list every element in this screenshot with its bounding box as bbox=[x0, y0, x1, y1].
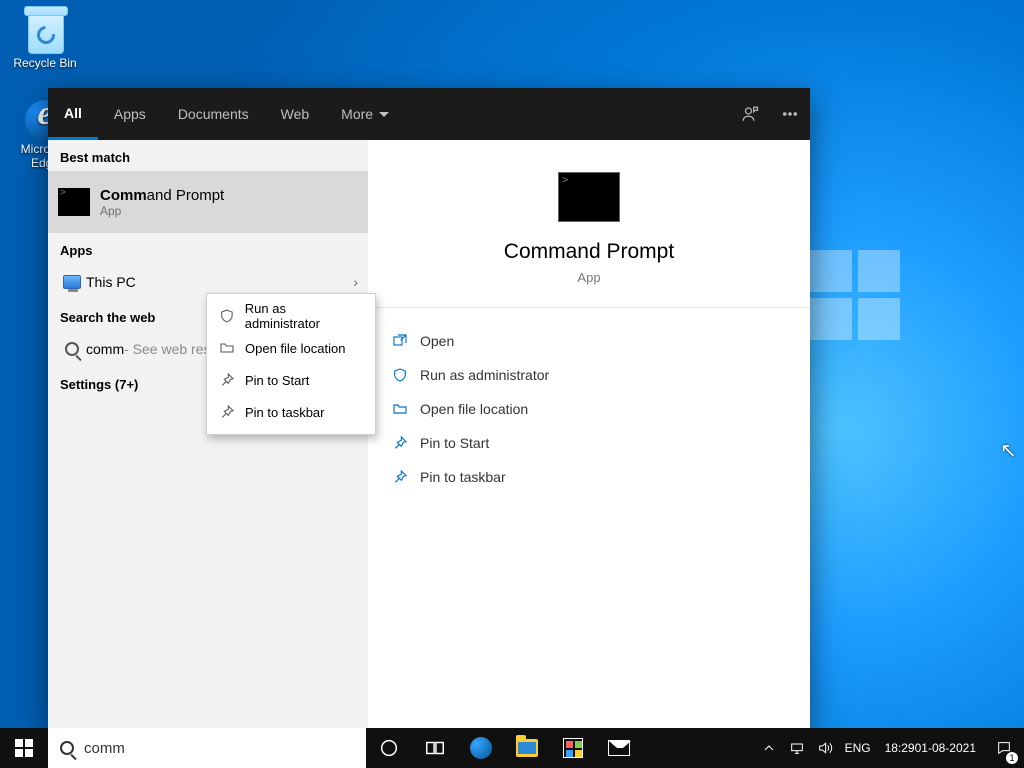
command-prompt-icon bbox=[558, 172, 620, 222]
folder-icon bbox=[219, 340, 235, 356]
ctx-label: Run as administrator bbox=[245, 301, 363, 331]
tab-documents[interactable]: Documents bbox=[162, 88, 265, 140]
taskbar-app-mail[interactable] bbox=[596, 728, 642, 768]
mouse-cursor-icon: ↖ bbox=[1000, 438, 1017, 463]
ctx-open-location[interactable]: Open file location bbox=[207, 332, 375, 364]
ctx-pin-start[interactable]: Pin to Start bbox=[207, 364, 375, 396]
options-button[interactable] bbox=[770, 94, 810, 134]
pin-icon bbox=[219, 372, 235, 388]
recycle-bin-icon bbox=[24, 6, 66, 54]
action-label: Run as administrator bbox=[420, 367, 549, 383]
tray-clock[interactable]: 18:29 01-08-2021 bbox=[877, 728, 984, 768]
web-query: comm bbox=[86, 341, 124, 357]
search-tabs: All Apps Documents Web More bbox=[48, 88, 810, 140]
notification-badge: 1 bbox=[1006, 752, 1018, 764]
person-feedback-icon bbox=[741, 105, 759, 123]
action-label: Pin to taskbar bbox=[420, 469, 506, 485]
tab-web[interactable]: Web bbox=[265, 88, 326, 140]
section-best-match: Best match bbox=[48, 140, 368, 171]
action-open-location[interactable]: Open file location bbox=[392, 392, 786, 426]
shield-admin-icon bbox=[219, 308, 235, 324]
file-explorer-icon bbox=[516, 739, 538, 757]
result-label: This PC bbox=[86, 274, 136, 290]
cortana-button[interactable] bbox=[366, 728, 412, 768]
action-label: Open file location bbox=[420, 401, 528, 417]
chevron-right-icon: › bbox=[353, 274, 358, 290]
ctx-label: Pin to taskbar bbox=[245, 405, 325, 420]
task-view-icon bbox=[424, 737, 446, 759]
open-icon bbox=[392, 333, 408, 349]
action-center-button[interactable]: 1 bbox=[984, 728, 1024, 768]
action-pin-start[interactable]: Pin to Start bbox=[392, 426, 786, 460]
shield-admin-icon bbox=[392, 367, 408, 383]
tab-apps[interactable]: Apps bbox=[98, 88, 162, 140]
ctx-pin-taskbar[interactable]: Pin to taskbar bbox=[207, 396, 375, 428]
result-title: Command Prompt bbox=[100, 187, 224, 204]
taskbar-search-box[interactable]: comm bbox=[48, 728, 366, 768]
ms-store-icon bbox=[563, 738, 583, 758]
action-label: Open bbox=[420, 333, 454, 349]
ellipsis-icon bbox=[781, 105, 799, 123]
clock-time: 18:29 bbox=[885, 741, 915, 755]
taskbar-app-edge[interactable] bbox=[458, 728, 504, 768]
start-search-panel: All Apps Documents Web More Best match C… bbox=[48, 88, 810, 728]
search-icon bbox=[60, 741, 74, 755]
ctx-label: Open file location bbox=[245, 341, 345, 356]
section-apps: Apps bbox=[48, 233, 368, 264]
tab-all[interactable]: All bbox=[48, 88, 98, 140]
action-pin-taskbar[interactable]: Pin to taskbar bbox=[392, 460, 786, 494]
pin-icon bbox=[392, 469, 408, 485]
action-open[interactable]: Open bbox=[392, 324, 786, 358]
context-menu: Run as administrator Open file location … bbox=[206, 293, 376, 435]
search-preview-pane: Command Prompt App Open Run as administr… bbox=[368, 140, 810, 728]
action-label: Pin to Start bbox=[420, 435, 489, 451]
taskbar-app-explorer[interactable] bbox=[504, 728, 550, 768]
desktop-icon-recycle-bin[interactable]: Recycle Bin bbox=[5, 6, 85, 70]
taskbar: comm ENG 18:29 01-08-2021 bbox=[0, 728, 1024, 768]
taskbar-search-value: comm bbox=[84, 740, 125, 757]
this-pc-icon bbox=[63, 275, 81, 289]
language-label: ENG bbox=[845, 741, 871, 755]
start-button[interactable] bbox=[0, 728, 48, 768]
network-icon bbox=[789, 740, 805, 756]
feedback-button[interactable] bbox=[730, 94, 770, 134]
cortana-icon bbox=[378, 737, 400, 759]
command-prompt-icon bbox=[58, 188, 90, 216]
tray-volume[interactable] bbox=[811, 728, 839, 768]
pin-icon bbox=[219, 404, 235, 420]
preview-title: Command Prompt bbox=[368, 240, 810, 264]
pin-icon bbox=[392, 435, 408, 451]
tray-language[interactable]: ENG bbox=[839, 728, 877, 768]
ctx-run-admin[interactable]: Run as administrator bbox=[207, 300, 375, 332]
result-command-prompt[interactable]: Command Prompt App bbox=[48, 171, 368, 233]
task-view-button[interactable] bbox=[412, 728, 458, 768]
clock-date: 01-08-2021 bbox=[915, 741, 976, 755]
action-run-admin[interactable]: Run as administrator bbox=[392, 358, 786, 392]
wallpaper-windows-logo bbox=[810, 250, 900, 340]
result-subtitle: App bbox=[100, 204, 224, 218]
edge-icon bbox=[470, 737, 492, 759]
taskbar-app-store[interactable] bbox=[550, 728, 596, 768]
recycle-bin-label: Recycle Bin bbox=[5, 56, 85, 70]
search-icon bbox=[65, 342, 79, 356]
folder-icon bbox=[392, 401, 408, 417]
tab-more[interactable]: More bbox=[325, 88, 405, 140]
ctx-label: Pin to Start bbox=[245, 373, 309, 388]
tray-overflow[interactable] bbox=[755, 728, 783, 768]
chevron-up-icon bbox=[761, 740, 777, 756]
windows-logo-icon bbox=[15, 739, 33, 757]
tray-network[interactable] bbox=[783, 728, 811, 768]
preview-subtitle: App bbox=[368, 270, 810, 285]
speaker-icon bbox=[817, 740, 833, 756]
mail-icon bbox=[608, 740, 630, 756]
